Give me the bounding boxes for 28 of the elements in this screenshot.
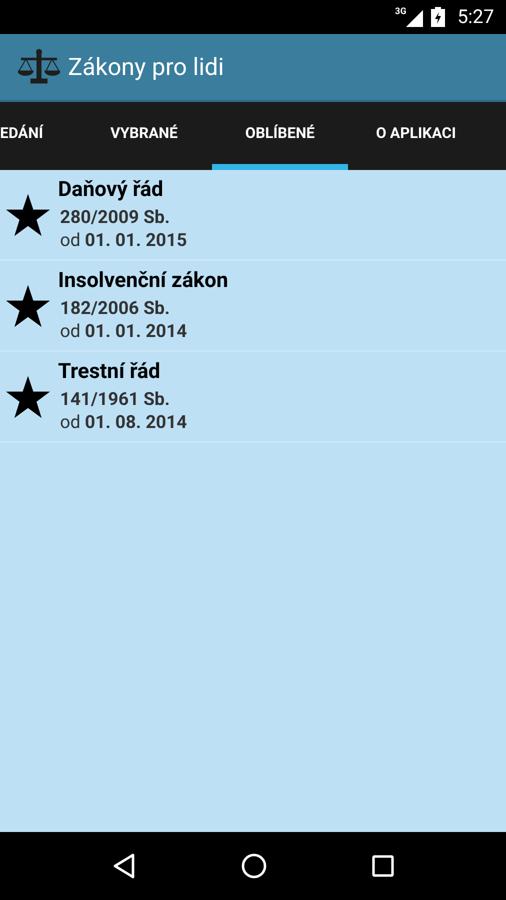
- law-title: Trestní řád: [58, 358, 162, 386]
- tab[interactable]: VYBRANÉ: [76, 102, 212, 170]
- home-icon[interactable]: [240, 853, 267, 879]
- law-title: Insolvenční zákon: [58, 268, 228, 294]
- battery-icon: [431, 7, 446, 27]
- tab[interactable]: OBLÍBENÉ: [212, 102, 348, 170]
- law-item[interactable]: Daňový řád 280/2009 Sb. od 01. 01. 2015: [0, 170, 506, 261]
- recents-icon[interactable]: [372, 855, 394, 877]
- effective-date: od 01. 08. 2014: [60, 412, 187, 434]
- back-icon[interactable]: [112, 853, 136, 879]
- law-title: Daňový řád: [58, 176, 164, 204]
- tab[interactable]: O APLIKACI: [348, 102, 484, 170]
- law-item[interactable]: Insolvenční zákon 182/2006 Sb. od 01. 01. 2014: [0, 261, 506, 352]
- app-title: Zákony pro lidi: [68, 52, 224, 83]
- law-number: 182/2006 Sb.: [60, 298, 171, 321]
- network-type: 3G: [395, 8, 406, 16]
- scales-icon[interactable]: [18, 49, 60, 85]
- signal-icon: [406, 10, 424, 26]
- law-number: 141/1961 Sb.: [60, 389, 171, 412]
- tab[interactable]: EDÁNÍ: [0, 102, 76, 170]
- clock: 5:27: [457, 4, 494, 30]
- law-item[interactable]: Trestní řád 141/1961 Sb. od 01. 08. 2014: [0, 352, 506, 443]
- effective-date: od 01. 01. 2014: [60, 320, 188, 344]
- star-icon: [5, 192, 51, 236]
- star-icon: [5, 374, 51, 418]
- effective-date: od 01. 01. 2015: [60, 230, 187, 252]
- star-icon: [5, 284, 51, 328]
- law-number: 280/2009 Sb.: [60, 207, 171, 230]
